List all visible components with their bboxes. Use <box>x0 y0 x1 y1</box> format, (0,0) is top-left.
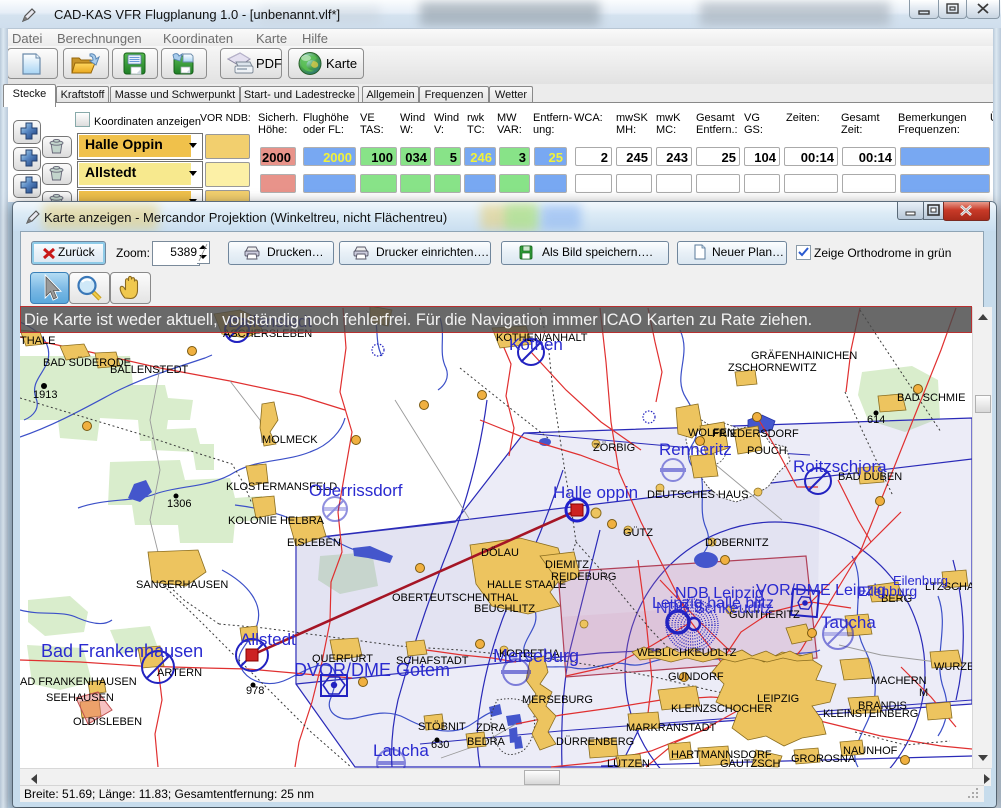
svg-text:Köthen: Köthen <box>509 335 563 354</box>
svg-text:Allstedt: Allstedt <box>240 630 296 649</box>
svg-text:NAUNHOF: NAUNHOF <box>843 745 898 757</box>
svg-text:THALE: THALE <box>20 335 55 347</box>
svg-text:M: M <box>919 687 928 699</box>
svg-text:SANGERHAUSEN: SANGERHAUSEN <box>136 579 228 591</box>
svg-text:GUNDORF: GUNDORF <box>668 671 724 683</box>
svg-text:SEEHAUSEN: SEEHAUSEN <box>46 692 114 704</box>
svg-text:Roitzschjora: Roitzschjora <box>793 457 887 476</box>
svg-text:Karte: Karte <box>326 56 357 71</box>
svg-text:EISLEBEN: EISLEBEN <box>287 537 341 549</box>
svg-text:ZÖRBIG: ZÖRBIG <box>593 442 635 454</box>
svg-text:DIEMITZ: DIEMITZ <box>545 559 589 571</box>
svg-text:KLEINSTEINBERG: KLEINSTEINBERG <box>823 708 918 720</box>
svg-text:DOBERNITZ: DOBERNITZ <box>705 537 769 549</box>
svg-text:Taucha: Taucha <box>821 613 876 632</box>
svg-text:PDF: PDF <box>256 56 282 71</box>
svg-text:LÜTZEN: LÜTZEN <box>607 758 650 768</box>
svg-text:KOLONIE HELBRA: KOLONIE HELBRA <box>228 515 325 527</box>
svg-text:LEIPZIG: LEIPZIG <box>757 693 799 705</box>
svg-text:ARTERN: ARTERN <box>157 667 202 679</box>
svg-text:Oberrissdorf: Oberrissdorf <box>309 481 403 500</box>
svg-text:DVOR/DME Gotem: DVOR/DME Gotem <box>294 660 450 680</box>
svg-text:HALLE STAALE: HALLE STAALE <box>487 579 566 591</box>
svg-text:Eilenburg: Eilenburg <box>893 573 948 588</box>
svg-text:BEUCHLITZ: BEUCHLITZ <box>474 603 535 615</box>
svg-text:ZDRA: ZDRA <box>476 722 507 734</box>
svg-text:1913: 1913 <box>33 389 57 401</box>
svg-text:FRIEDERSDORF: FRIEDERSDORF <box>712 428 799 440</box>
svg-text:978: 978 <box>246 685 264 697</box>
svg-text:OLDISLEBEN: OLDISLEBEN <box>73 716 142 728</box>
svg-text:AD FRANKENHAUSEN: AD FRANKENHAUSEN <box>20 676 137 688</box>
svg-text:MOLMECK: MOLMECK <box>262 434 318 446</box>
svg-text:DEUTSCHES HAUS: DEUTSCHES HAUS <box>647 489 748 501</box>
svg-text:630: 630 <box>431 739 449 751</box>
svg-text:Bad Frankenhausen: Bad Frankenhausen <box>41 641 203 661</box>
svg-text:NDB Schkeuditz: NDB Schkeuditz <box>656 600 773 617</box>
svg-text:MACHERN: MACHERN <box>871 675 927 687</box>
svg-text:GRÄFENHAINICHEN: GRÄFENHAINICHEN <box>751 350 857 362</box>
svg-text:Halle oppin: Halle oppin <box>553 483 638 502</box>
svg-text:MERSEBURG: MERSEBURG <box>522 694 593 706</box>
svg-text:GAUTZSCH: GAUTZSCH <box>720 758 781 768</box>
svg-text:Merseburg: Merseburg <box>493 646 579 666</box>
svg-text:STÖBNIT: STÖBNIT <box>418 721 466 733</box>
svg-text:BALLENSTEDT: BALLENSTEDT <box>110 364 189 376</box>
svg-text:614: 614 <box>867 414 885 426</box>
svg-text:1306: 1306 <box>167 498 191 510</box>
svg-text:WURZE: WURZE <box>934 661 972 673</box>
svg-text:DÜRRENBERG: DÜRRENBERG <box>556 736 634 748</box>
svg-text:Laucha: Laucha <box>373 741 429 760</box>
svg-text:WEBLICHKEUDLTZ: WEBLICHKEUDLTZ <box>637 647 737 659</box>
svg-text:POUCH: POUCH <box>747 445 787 457</box>
svg-text:BEDRA: BEDRA <box>467 736 506 748</box>
svg-text:ZSCHORNEWITZ: ZSCHORNEWITZ <box>728 362 817 374</box>
svg-text:DÖLAU: DÖLAU <box>481 547 519 559</box>
svg-text:GÜTZ: GÜTZ <box>623 527 653 539</box>
svg-text:BAD SCHMIE: BAD SCHMIE <box>897 392 965 404</box>
svg-text:Renneritz: Renneritz <box>659 440 732 459</box>
svg-text:MARKRANSTADT: MARKRANSTADT <box>626 722 717 734</box>
